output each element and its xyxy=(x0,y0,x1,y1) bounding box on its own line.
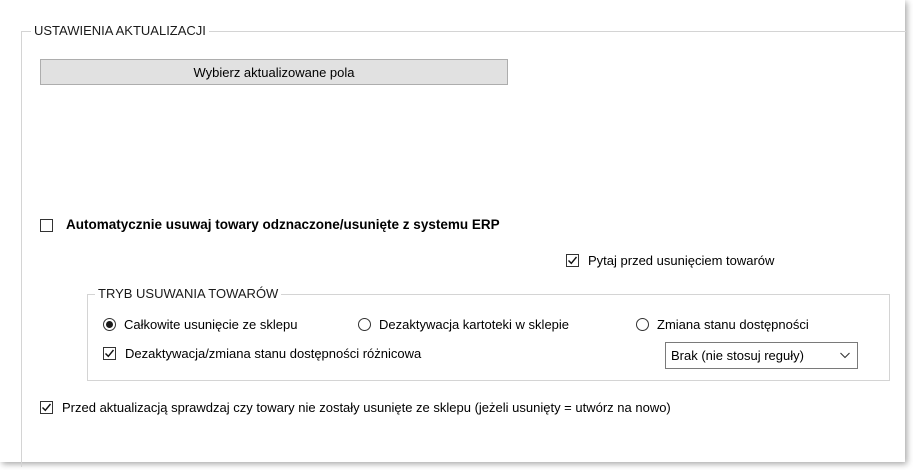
select-fields-button[interactable]: Wybierz aktualizowane pola xyxy=(40,59,508,85)
auto-delete-checkbox[interactable] xyxy=(40,219,53,232)
radio-change-availability[interactable] xyxy=(636,318,649,331)
differential-checkbox[interactable] xyxy=(103,347,116,360)
differential-label: Dezaktywacja/zmiana stanu dostępności ró… xyxy=(125,346,422,361)
rule-select[interactable]: Brak (nie stosuj reguły) xyxy=(665,342,858,369)
radio-full-removal-label: Całkowite usunięcie ze sklepu xyxy=(124,317,298,332)
ask-before-delete-label: Pytaj przed usunięciem towarów xyxy=(588,253,775,268)
auto-delete-label: Automatycznie usuwaj towary odznaczone/u… xyxy=(66,217,500,232)
radio-deactivate-record-label: Dezaktywacja kartoteki w sklepie xyxy=(379,317,570,332)
radio-change-availability-label: Zmiana stanu dostępności xyxy=(657,317,809,332)
settings-panel: USTAWIENIA AKTUALIZACJI Wybierz aktualiz… xyxy=(0,0,906,467)
checkmark-icon xyxy=(105,349,115,358)
ask-before-delete-checkbox[interactable] xyxy=(566,254,579,267)
chevron-down-icon xyxy=(840,352,850,359)
rule-select-value: Brak (nie stosuj reguły) xyxy=(671,348,804,363)
radio-deactivate-record[interactable] xyxy=(358,318,371,331)
check-removed-label: Przed aktualizacją sprawdzaj czy towary … xyxy=(62,400,671,415)
radio-full-removal[interactable] xyxy=(103,318,116,331)
delete-mode-title: TRYB USUWANIA TOWARÓW xyxy=(95,286,282,301)
update-settings-title: USTAWIENIA AKTUALIZACJI xyxy=(31,23,209,38)
check-removed-checkbox[interactable] xyxy=(40,401,53,414)
checkmark-icon xyxy=(568,256,578,265)
checkmark-icon xyxy=(42,403,52,412)
